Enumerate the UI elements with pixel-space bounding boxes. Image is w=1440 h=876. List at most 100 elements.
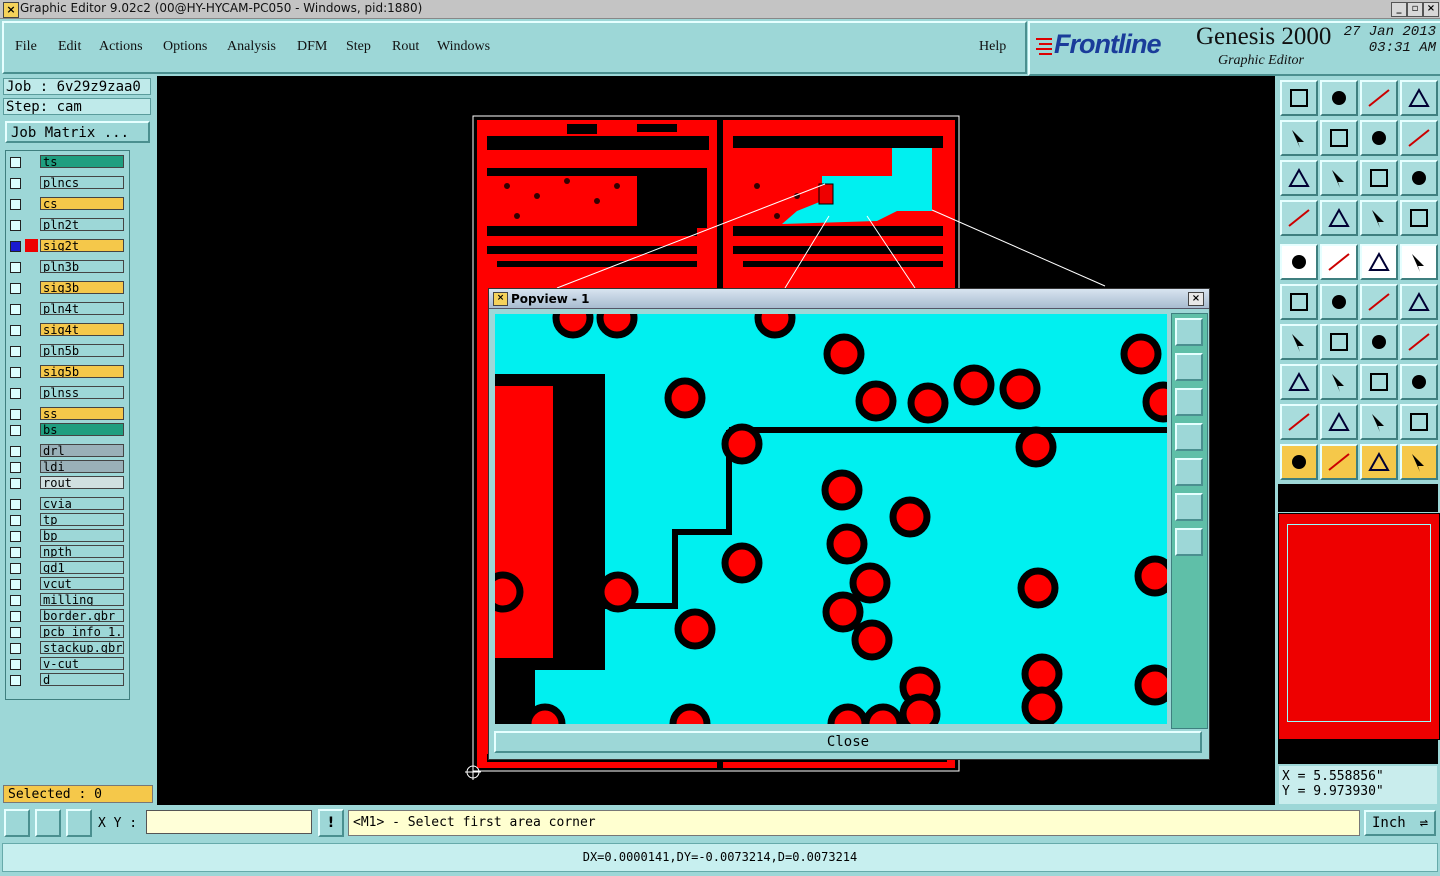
layer-checkbox[interactable] — [10, 346, 21, 357]
zoom-home-icon[interactable] — [1280, 80, 1318, 116]
layer-row[interactable]: milling — [6, 593, 128, 608]
minimap[interactable] — [1278, 513, 1440, 740]
pointer-icon[interactable] — [1280, 444, 1318, 480]
layer-name[interactable]: bp — [40, 529, 124, 542]
layer-row[interactable]: sig5b — [6, 365, 128, 380]
layer-row[interactable]: v-cut — [6, 657, 128, 672]
tri-a-icon[interactable] — [1280, 404, 1318, 440]
layer-name[interactable]: pln4t — [40, 302, 124, 315]
menu-options[interactable]: Options — [163, 39, 207, 55]
scale-1-2-icon[interactable] — [1360, 160, 1398, 196]
fit-screen-icon[interactable] — [1280, 160, 1318, 196]
zoom-house-icon[interactable] — [1360, 80, 1398, 116]
popview-pan-left-icon[interactable] — [1175, 423, 1203, 451]
layer-name[interactable]: sig3b — [40, 281, 124, 294]
popview-pan-down-icon[interactable] — [1175, 388, 1203, 416]
pointer-diamond-icon[interactable] — [1360, 444, 1398, 480]
popview-pan-up-icon[interactable] — [1175, 353, 1203, 381]
layer-row[interactable]: tp — [6, 513, 128, 528]
menu-analysis[interactable]: Analysis — [227, 39, 276, 55]
line-node-icon[interactable] — [1360, 284, 1398, 320]
layer-checkbox[interactable] — [10, 157, 21, 168]
slash-line-icon[interactable] — [1320, 324, 1358, 360]
zoom-split-icon[interactable] — [1400, 80, 1438, 116]
layer-checkbox[interactable] — [10, 611, 21, 622]
layer-name[interactable]: plnss — [40, 386, 124, 399]
layer-row[interactable]: stackup.gbr — [6, 641, 128, 656]
layer-row[interactable]: border.gbr — [6, 609, 128, 624]
layer-row[interactable]: cs — [6, 197, 128, 212]
dimension-icon[interactable] — [1360, 364, 1398, 400]
layer-row[interactable]: sig3b — [6, 281, 128, 296]
pointer-box-icon[interactable] — [1320, 444, 1358, 480]
layer-row[interactable]: rout — [6, 476, 128, 491]
layer-row[interactable]: pln5b — [6, 344, 128, 359]
layer-row[interactable]: plnss — [6, 386, 128, 401]
measure-icon[interactable] — [1360, 244, 1398, 280]
menu-windows[interactable]: Windows — [437, 39, 490, 55]
layer-row[interactable]: vcut — [6, 577, 128, 592]
layer-name[interactable]: pln5b — [40, 344, 124, 357]
node-line-icon[interactable] — [1400, 284, 1438, 320]
zoom-pan-down-icon[interactable] — [1320, 80, 1358, 116]
pan-left-icon[interactable] — [1280, 120, 1318, 156]
layer-name[interactable]: ss — [40, 407, 124, 420]
layer-name[interactable]: sig4t — [40, 323, 124, 336]
popview-close-icon[interactable]: × — [1188, 292, 1204, 306]
draw-line-icon[interactable] — [1320, 244, 1358, 280]
connect-nodes-icon[interactable] — [1280, 284, 1318, 320]
layer-row[interactable]: d — [6, 673, 128, 688]
layer-checkbox[interactable] — [10, 304, 21, 315]
layer-checkbox[interactable] — [10, 499, 21, 510]
layer-checkbox[interactable] — [10, 627, 21, 638]
layer-row[interactable]: pln2t — [6, 218, 128, 233]
layer-checkbox[interactable] — [10, 220, 21, 231]
layer-name[interactable]: d — [40, 673, 124, 686]
layer-checkbox[interactable] — [10, 595, 21, 606]
popview-zoom-in-icon[interactable] — [1175, 493, 1203, 521]
rotate-icon[interactable] — [1360, 120, 1398, 156]
layer-name[interactable]: gd1 — [40, 561, 124, 574]
layer-checkbox[interactable] — [10, 446, 21, 457]
layer-checkbox[interactable] — [10, 262, 21, 273]
layer-name[interactable]: stackup.gbr — [40, 641, 124, 654]
layer-checkbox[interactable] — [10, 563, 21, 574]
layer-row[interactable]: sig2t — [6, 239, 128, 254]
tri-c-icon[interactable] — [1360, 404, 1398, 440]
menu-step[interactable]: Step — [346, 39, 371, 55]
menu-file[interactable]: File — [15, 39, 37, 55]
layer-checkbox[interactable] — [10, 675, 21, 686]
layer-checkbox[interactable] — [10, 643, 21, 654]
unit-selector[interactable]: Inch ⇌ — [1364, 810, 1436, 836]
help-query-icon[interactable] — [1400, 160, 1438, 196]
exclaim-button[interactable]: ! — [318, 809, 344, 837]
layer-name[interactable]: ldi — [40, 460, 124, 473]
arc-icon[interactable] — [1360, 324, 1398, 360]
mirror-icon[interactable] — [1400, 120, 1438, 156]
add-pad-icon[interactable] — [1280, 244, 1318, 280]
layer-row[interactable]: cvia — [6, 497, 128, 512]
layer-checkbox[interactable] — [10, 367, 21, 378]
layer-name[interactable]: bs — [40, 423, 124, 436]
layer-checkbox[interactable] — [10, 241, 21, 252]
layer-checkbox[interactable] — [10, 425, 21, 436]
text-tool-icon[interactable] — [1400, 324, 1438, 360]
ruler-tool-icon[interactable] — [1280, 200, 1318, 236]
menu-help[interactable]: Help — [979, 39, 1006, 55]
popview-pan-right-icon[interactable] — [1175, 458, 1203, 486]
layer-row[interactable]: sig4t — [6, 323, 128, 338]
route-path-icon[interactable] — [1400, 444, 1438, 480]
hline-icon[interactable] — [1320, 364, 1358, 400]
popview-canvas[interactable] — [495, 314, 1167, 724]
snap-mode-icon[interactable] — [4, 809, 30, 837]
tri-b-icon[interactable] — [1320, 404, 1358, 440]
layer-row[interactable]: pln3b — [6, 260, 128, 275]
layer-row[interactable]: ss — [6, 407, 128, 422]
layer-name[interactable]: sig5b — [40, 365, 124, 378]
layer-checkbox[interactable] — [10, 409, 21, 420]
layer-name[interactable]: pcb_info_1.g — [40, 625, 124, 638]
layer-checkbox[interactable] — [10, 325, 21, 336]
grid-tool-icon[interactable] — [1320, 200, 1358, 236]
layer-row[interactable]: ts — [6, 155, 128, 170]
angle-icon[interactable] — [1280, 324, 1318, 360]
